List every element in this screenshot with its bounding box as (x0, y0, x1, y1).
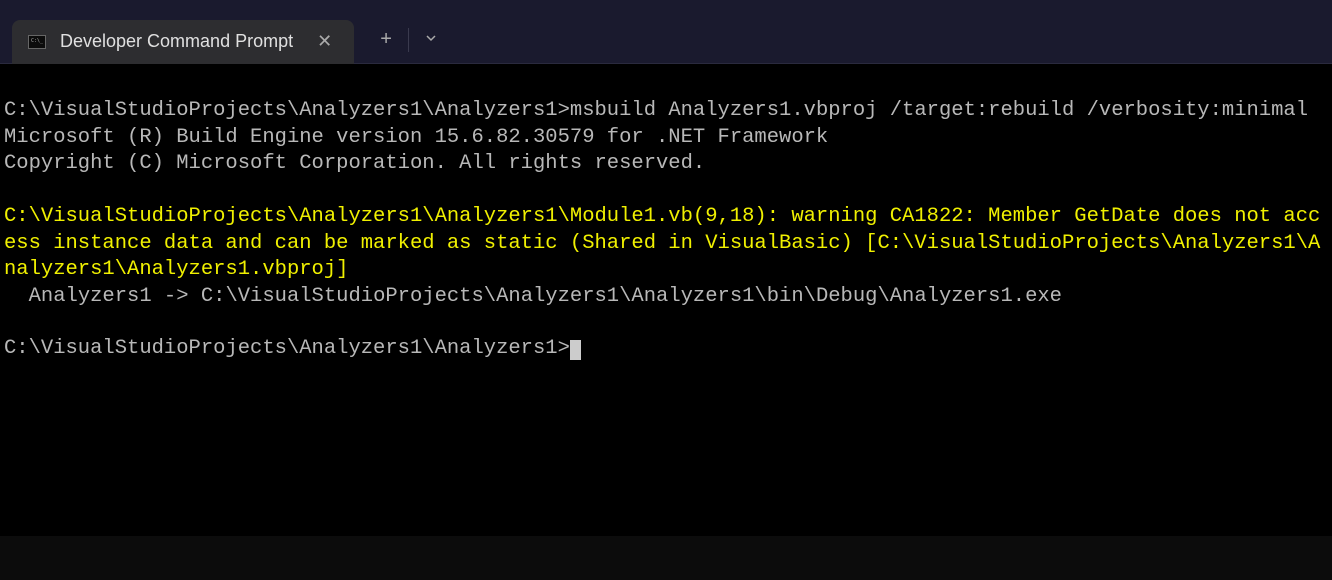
copyright-line: Copyright (C) Microsoft Corporation. All… (4, 152, 705, 175)
tab-controls: + (366, 20, 451, 59)
tab-dropdown-button[interactable] (411, 24, 451, 56)
build-engine-line: Microsoft (R) Build Engine version 15.6.… (4, 126, 828, 149)
chevron-down-icon (425, 32, 437, 44)
tab-bar: Developer Command Prompt ✕ + (0, 16, 1332, 64)
terminal-output[interactable]: C:\VisualStudioProjects\Analyzers1\Analy… (0, 64, 1332, 536)
divider (408, 28, 409, 52)
new-tab-button[interactable]: + (366, 20, 406, 59)
prompt-line: C:\VisualStudioProjects\Analyzers1\Analy… (4, 99, 1308, 122)
warning-line: C:\VisualStudioProjects\Analyzers1\Analy… (4, 205, 1320, 281)
status-bar (0, 536, 1332, 580)
final-prompt: C:\VisualStudioProjects\Analyzers1\Analy… (4, 337, 570, 360)
terminal-icon (28, 35, 46, 49)
close-tab-button[interactable]: ✕ (311, 29, 338, 54)
tab-title: Developer Command Prompt (60, 31, 293, 52)
tab-active[interactable]: Developer Command Prompt ✕ (12, 20, 354, 64)
build-output-line: Analyzers1 -> C:\VisualStudioProjects\An… (4, 285, 1062, 308)
window-title-bar (0, 0, 1332, 16)
cursor (570, 340, 581, 360)
